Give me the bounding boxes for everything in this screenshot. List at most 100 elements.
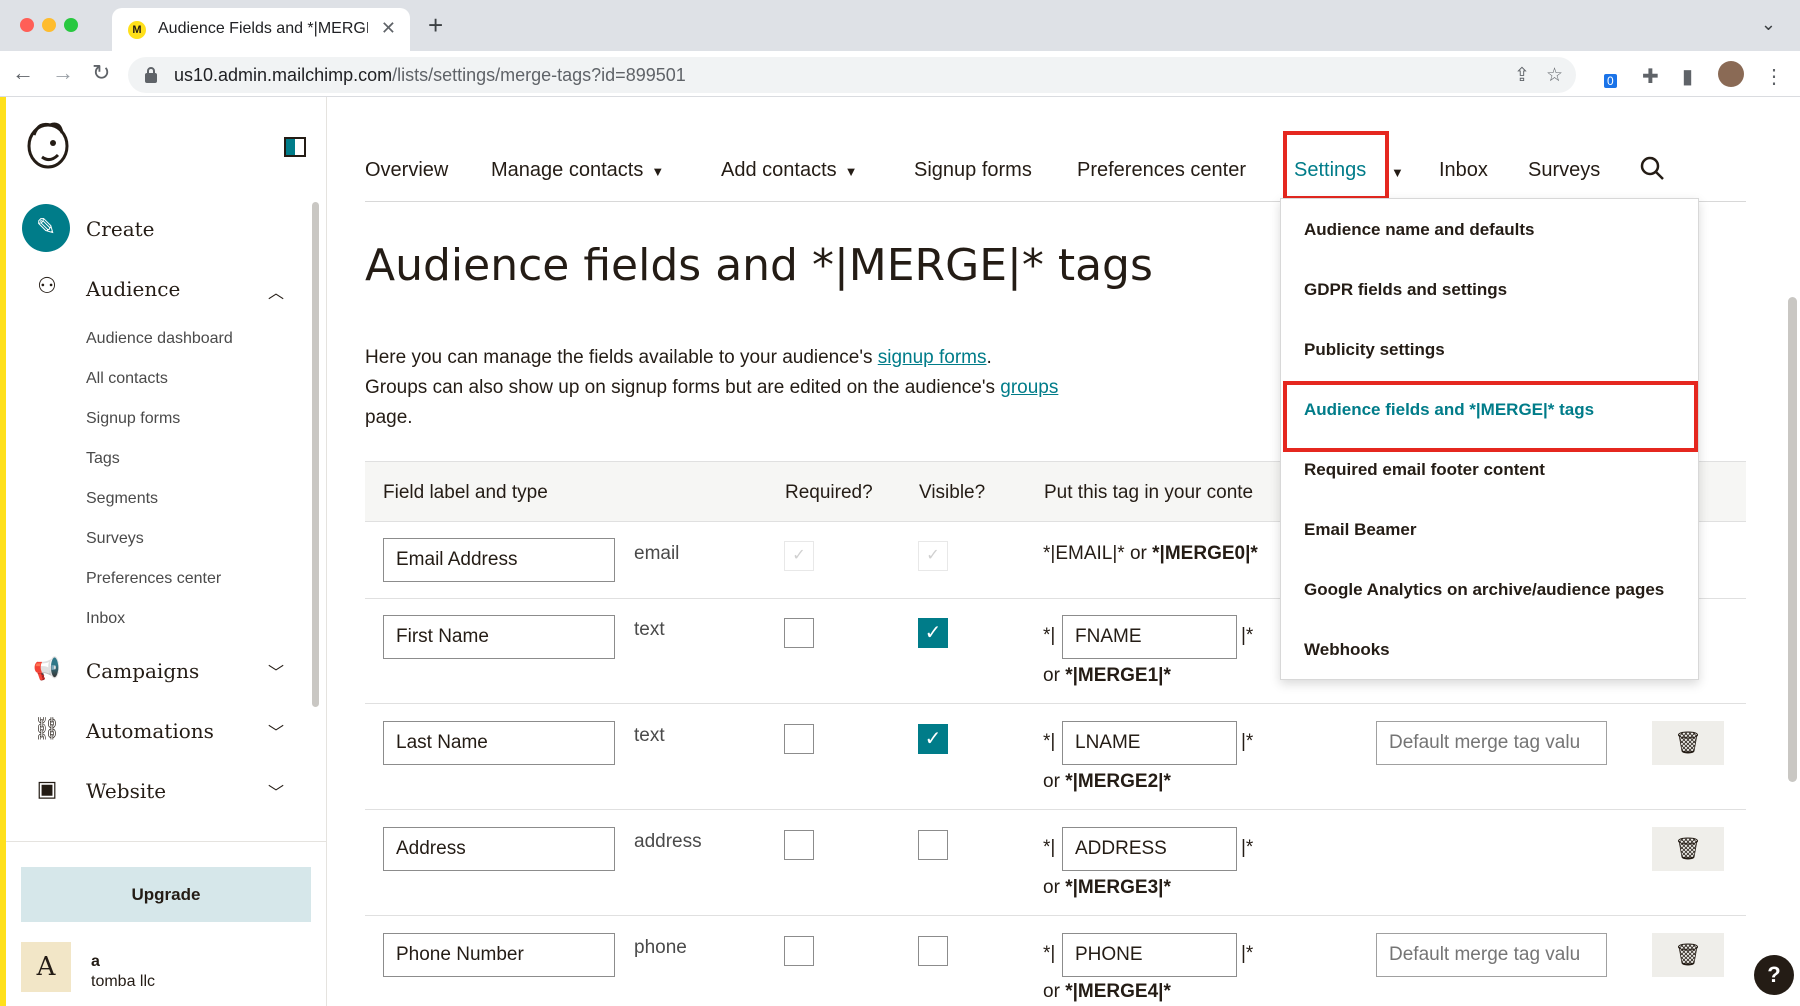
- megaphone-icon: 📢: [33, 656, 61, 681]
- signup-forms-link[interactable]: signup forms: [878, 347, 987, 368]
- back-arrow-icon[interactable]: ←: [12, 60, 34, 86]
- menu-item-webhooks[interactable]: Webhooks: [1304, 640, 1390, 660]
- field-label-input[interactable]: [383, 538, 615, 582]
- merge-number: or *|MERGE2|*: [1043, 771, 1171, 792]
- account-org[interactable]: tomba llc: [91, 973, 155, 991]
- address-bar[interactable]: us10.admin.mailchimp.com/lists/settings/…: [128, 57, 1576, 93]
- account-avatar[interactable]: A: [21, 942, 71, 992]
- sidebar-sub-preferences-center[interactable]: Preferences center: [86, 570, 221, 588]
- sidebar-item-create[interactable]: Create: [86, 217, 155, 241]
- sidebar-scrollbar[interactable]: [312, 202, 319, 707]
- required-checkbox: ✓: [784, 541, 814, 571]
- tab-overview[interactable]: Overview: [365, 159, 448, 182]
- browser-tab-bar: M Audience Fields and *|MERGE|* ✕ + ⌄: [0, 0, 1800, 51]
- chevron-down-icon[interactable]: ﹀: [268, 779, 284, 803]
- groups-link[interactable]: groups: [1000, 377, 1058, 398]
- merge-tag-input[interactable]: [1062, 721, 1237, 765]
- mailchimp-logo-icon[interactable]: [24, 119, 72, 171]
- help-button[interactable]: ?: [1754, 955, 1794, 995]
- workflow-icon: ⛓: [33, 716, 61, 741]
- menu-item-google-analytics[interactable]: Google Analytics on archive/audience pag…: [1304, 580, 1664, 600]
- new-tab-button[interactable]: +: [428, 12, 443, 38]
- tab-title: Audience Fields and *|MERGE|*: [158, 20, 368, 37]
- sidebar-sub-all-contacts[interactable]: All contacts: [86, 370, 168, 388]
- merge-tag-input[interactable]: [1062, 827, 1237, 871]
- extension-badge-icon[interactable]: 0: [1604, 64, 1617, 88]
- field-label-input[interactable]: [383, 721, 615, 765]
- required-checkbox[interactable]: [784, 830, 814, 860]
- minimize-window-button[interactable]: [42, 18, 56, 32]
- maximize-window-button[interactable]: [64, 18, 78, 32]
- sidebar-item-automations[interactable]: Automations: [86, 719, 214, 743]
- side-panel-icon[interactable]: ▮: [1682, 64, 1693, 89]
- tag-prefix: *|: [1043, 837, 1056, 858]
- account-name[interactable]: a: [91, 953, 100, 971]
- required-checkbox[interactable]: [784, 936, 814, 966]
- tag-suffix: |*: [1241, 731, 1254, 752]
- required-checkbox[interactable]: [784, 618, 814, 648]
- menu-item-gdpr[interactable]: GDPR fields and settings: [1304, 280, 1507, 300]
- forward-arrow-icon[interactable]: →: [52, 60, 74, 86]
- sidebar-sub-segments[interactable]: Segments: [86, 490, 158, 508]
- search-icon[interactable]: [1639, 155, 1665, 181]
- tab-inbox[interactable]: Inbox: [1439, 159, 1488, 182]
- default-value-input[interactable]: [1376, 721, 1607, 765]
- sidebar-sub-surveys[interactable]: Surveys: [86, 530, 144, 548]
- menu-item-publicity[interactable]: Publicity settings: [1304, 340, 1445, 360]
- tag-prefix: *|: [1043, 731, 1056, 752]
- visible-checkbox[interactable]: ✓: [918, 618, 948, 648]
- browser-tab[interactable]: M Audience Fields and *|MERGE|* ✕: [112, 8, 410, 51]
- delete-field-button[interactable]: 🗑: [1652, 933, 1724, 977]
- merge-tag-input[interactable]: [1062, 615, 1237, 659]
- tab-search-chevron-icon[interactable]: ⌄: [1761, 14, 1776, 35]
- visible-checkbox[interactable]: [918, 830, 948, 860]
- header-visible: Visible?: [919, 482, 986, 503]
- default-value-input[interactable]: [1376, 933, 1607, 977]
- sidebar-item-campaigns[interactable]: Campaigns: [86, 659, 199, 683]
- sidebar-item-audience[interactable]: Audience: [86, 277, 180, 301]
- pencil-icon[interactable]: ✎: [22, 204, 70, 252]
- sidebar-sub-tags[interactable]: Tags: [86, 450, 120, 468]
- tab-close-icon[interactable]: ✕: [381, 18, 396, 39]
- reload-icon[interactable]: ↻: [92, 60, 110, 86]
- trash-icon: 🗑: [1674, 942, 1702, 967]
- close-window-button[interactable]: [20, 18, 34, 32]
- bookmark-star-icon[interactable]: ☆: [1546, 64, 1563, 87]
- visible-checkbox[interactable]: [918, 936, 948, 966]
- sidebar-sub-signup-forms[interactable]: Signup forms: [86, 410, 180, 428]
- tab-add-contacts[interactable]: Add contacts ▼: [721, 159, 858, 182]
- share-icon[interactable]: ⇪: [1514, 64, 1530, 87]
- chevron-down-icon[interactable]: ﹀: [268, 719, 284, 743]
- sidebar-item-website[interactable]: Website: [86, 779, 166, 803]
- menu-item-email-beamer[interactable]: Email Beamer: [1304, 520, 1416, 540]
- chevron-up-icon[interactable]: ︿: [268, 279, 284, 303]
- delete-field-button[interactable]: 🗑: [1652, 827, 1724, 871]
- tab-signup-forms[interactable]: Signup forms: [914, 159, 1032, 182]
- extensions-puzzle-icon[interactable]: ✚: [1642, 64, 1659, 89]
- visible-checkbox: ✓: [918, 541, 948, 571]
- required-checkbox[interactable]: [784, 724, 814, 754]
- merge-number: or *|MERGE3|*: [1043, 877, 1171, 898]
- menu-item-email-footer[interactable]: Required email footer content: [1304, 460, 1545, 480]
- tab-preferences-center[interactable]: Preferences center: [1077, 159, 1246, 182]
- sidebar-sub-audience-dashboard[interactable]: Audience dashboard: [86, 330, 233, 348]
- tab-manage-contacts[interactable]: Manage contacts ▼: [491, 159, 664, 182]
- collapse-sidebar-icon[interactable]: [284, 137, 306, 157]
- delete-field-button[interactable]: 🗑: [1652, 721, 1724, 765]
- profile-avatar[interactable]: [1718, 61, 1744, 87]
- field-label-input[interactable]: [383, 933, 615, 977]
- menu-item-audience-name-defaults[interactable]: Audience name and defaults: [1304, 220, 1535, 240]
- upgrade-button[interactable]: Upgrade: [21, 867, 311, 922]
- chevron-down-icon: ▼: [651, 164, 665, 179]
- tab-surveys[interactable]: Surveys: [1528, 159, 1600, 182]
- field-label-input[interactable]: [383, 827, 615, 871]
- merge-tag-input[interactable]: [1062, 933, 1237, 977]
- page-scrollbar[interactable]: [1788, 297, 1797, 782]
- visible-checkbox[interactable]: ✓: [918, 724, 948, 754]
- chevron-down-icon[interactable]: ﹀: [268, 659, 284, 683]
- field-type: text: [634, 619, 665, 640]
- sidebar-sub-inbox[interactable]: Inbox: [86, 610, 125, 628]
- row-divider: [365, 809, 1746, 810]
- browser-menu-icon[interactable]: ⋮: [1764, 64, 1784, 89]
- field-label-input[interactable]: [383, 615, 615, 659]
